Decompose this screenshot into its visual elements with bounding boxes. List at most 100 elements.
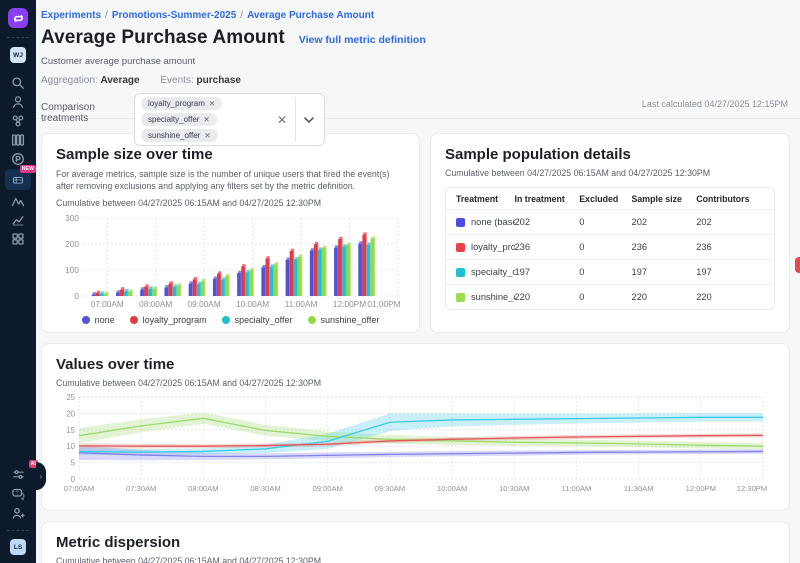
svg-text:08:00AM: 08:00AM [188, 484, 218, 493]
treatment-swatch [456, 243, 465, 252]
card-description: For average metrics, sample size is the … [56, 168, 405, 193]
card-range: Cumulative between 04/27/2025 06:15AM an… [56, 198, 405, 208]
remove-chip-icon[interactable]: ✕ [209, 99, 215, 108]
population-table: Treatment In treatment Excluded Sample s… [445, 187, 775, 310]
chart-legend: none loyalty_program specialty_offer sunshi… [56, 315, 405, 325]
sidebar-divider [7, 37, 29, 38]
chip-specialty-offer[interactable]: specialty_offer ✕ [141, 113, 217, 126]
dashboard-grid-icon[interactable] [4, 229, 32, 248]
remove-chip-icon[interactable]: ✕ [203, 115, 209, 124]
users-icon[interactable] [4, 92, 32, 111]
card-title: Sample size over time [56, 146, 405, 163]
table-row: loyalty_program 236 0 236 236 [446, 234, 774, 259]
breadcrumb-separator: / [105, 10, 108, 21]
page-title: Average Purchase Amount [41, 27, 285, 49]
legend-dot [130, 316, 138, 324]
svg-text:10:00AM: 10:00AM [236, 299, 269, 309]
table-row: specialty_offer 197 0 197 197 [446, 259, 774, 284]
clear-all-icon[interactable]: ✕ [277, 113, 287, 127]
aggregation-value: Average [101, 75, 140, 86]
treatment-swatch [456, 268, 465, 277]
svg-text:07:30AM: 07:30AM [126, 484, 156, 493]
view-metric-definition-link[interactable]: View full metric definition [299, 34, 426, 46]
svg-text:11:00AM: 11:00AM [285, 299, 318, 309]
chip-loyalty-program[interactable]: loyalty_program ✕ [141, 97, 222, 110]
legend-dot [222, 316, 230, 324]
svg-text:15: 15 [66, 426, 75, 435]
search-icon[interactable] [4, 73, 32, 92]
svg-text:11:00AM: 11:00AM [562, 484, 592, 493]
svg-text:10:00AM: 10:00AM [437, 484, 467, 493]
values-over-time-card: Values over time Cumulative between 04/2… [41, 343, 790, 511]
table-row: none (baseline) 202 0 202 202 [446, 209, 774, 234]
analytics-chart-icon[interactable] [4, 210, 32, 229]
legend-item-specialty_offer[interactable]: specialty_offer [222, 315, 293, 325]
legend-item-sunshine_offer[interactable]: sunshine_offer [308, 315, 380, 325]
svg-text:0: 0 [71, 475, 76, 484]
svg-text:09:00AM: 09:00AM [313, 484, 343, 493]
content-area: Sample size over time For average metric… [36, 119, 800, 563]
sidebar: WJ NEW AI ? LS [0, 0, 36, 563]
aggregation-label: Aggregation: [41, 75, 98, 86]
svg-text:09:30AM: 09:30AM [375, 484, 405, 493]
columns-icon[interactable] [4, 130, 32, 149]
svg-text:0: 0 [74, 291, 79, 301]
table-header-row: Treatment In treatment Excluded Sample s… [446, 188, 774, 209]
card-title: Sample population details [445, 146, 775, 163]
aggregation-row: Aggregation: Average Events: purchase [41, 75, 790, 86]
sample-population-card: Sample population details Cumulative bet… [430, 133, 790, 333]
user-avatar[interactable]: LS [10, 539, 26, 555]
breadcrumb-metric-name[interactable]: Average Purchase Amount [247, 10, 374, 21]
svg-text:20: 20 [66, 409, 75, 418]
sidebar-divider-bottom [7, 530, 29, 531]
svg-text:12:00PM: 12:00PM [686, 484, 716, 493]
metrics-icon[interactable] [4, 191, 32, 210]
card-range: Cumulative between 04/27/2025 06:15AM an… [445, 168, 775, 178]
app-logo-icon[interactable] [8, 8, 28, 28]
legend-dot [82, 316, 90, 324]
svg-text:25: 25 [66, 393, 75, 402]
last-calculated: Last calculated 04/27/2025 12:15PM [642, 99, 788, 109]
svg-text:300: 300 [65, 213, 79, 223]
workspace-avatar[interactable]: WJ [10, 47, 26, 63]
svg-text:11:30AM: 11:30AM [624, 484, 654, 493]
svg-text:100: 100 [65, 265, 79, 275]
svg-text:200: 200 [65, 239, 79, 249]
sidebar-item-experiments-selected[interactable]: NEW [5, 169, 31, 190]
card-title: Values over time [56, 356, 775, 373]
invite-user-icon[interactable] [4, 503, 32, 522]
table-row: sunshine_offer 220 0 220 220 [446, 284, 774, 309]
legend-item-loyalty_program[interactable]: loyalty_program [130, 315, 207, 325]
svg-text:12:30PM: 12:30PM [737, 484, 767, 493]
svg-text:10: 10 [66, 442, 75, 451]
chevron-down-icon[interactable] [304, 117, 314, 123]
sample-size-card: Sample size over time For average metric… [41, 133, 420, 333]
svg-text:10:30AM: 10:30AM [499, 484, 529, 493]
legend-item-none[interactable]: none [82, 315, 115, 325]
svg-text:12:00PM: 12:00PM [333, 299, 366, 309]
svg-text:07:00AM: 07:00AM [64, 484, 94, 493]
treatments-multiselect[interactable]: loyalty_program ✕ specialty_offer ✕ suns… [134, 93, 325, 146]
treatment-swatch [456, 293, 465, 302]
feedback-tab[interactable] [795, 257, 800, 273]
breadcrumb-experiments[interactable]: Experiments [41, 10, 101, 21]
card-range: Cumulative between 04/27/2025 06:15AM an… [56, 556, 775, 563]
help-chat-icon[interactable]: ? [4, 484, 32, 503]
svg-text:5: 5 [71, 459, 76, 468]
svg-text:08:00AM: 08:00AM [139, 299, 172, 309]
select-divider [295, 97, 296, 142]
treatment-swatch [456, 218, 465, 227]
svg-text:01:00PM: 01:00PM [367, 299, 400, 309]
breadcrumb-separator: / [240, 10, 243, 21]
new-badge: NEW [20, 165, 36, 173]
svg-text:09:00AM: 09:00AM [188, 299, 221, 309]
comparison-treatments-label: Comparison treatments [41, 93, 134, 124]
ai-assistant-icon[interactable]: AI [4, 465, 32, 484]
remove-chip-icon[interactable]: ✕ [204, 131, 210, 140]
card-range: Cumulative between 04/27/2025 06:15AM an… [56, 378, 775, 388]
feature-gates-icon[interactable] [4, 111, 32, 130]
main-content: Experiments / Promotions-Summer-2025 / Avera… [36, 0, 800, 563]
chip-sunshine-offer[interactable]: sunshine_offer ✕ [141, 129, 218, 142]
breadcrumb-experiment-name[interactable]: Promotions-Summer-2025 [112, 10, 236, 21]
events-value: purchase [197, 75, 241, 86]
